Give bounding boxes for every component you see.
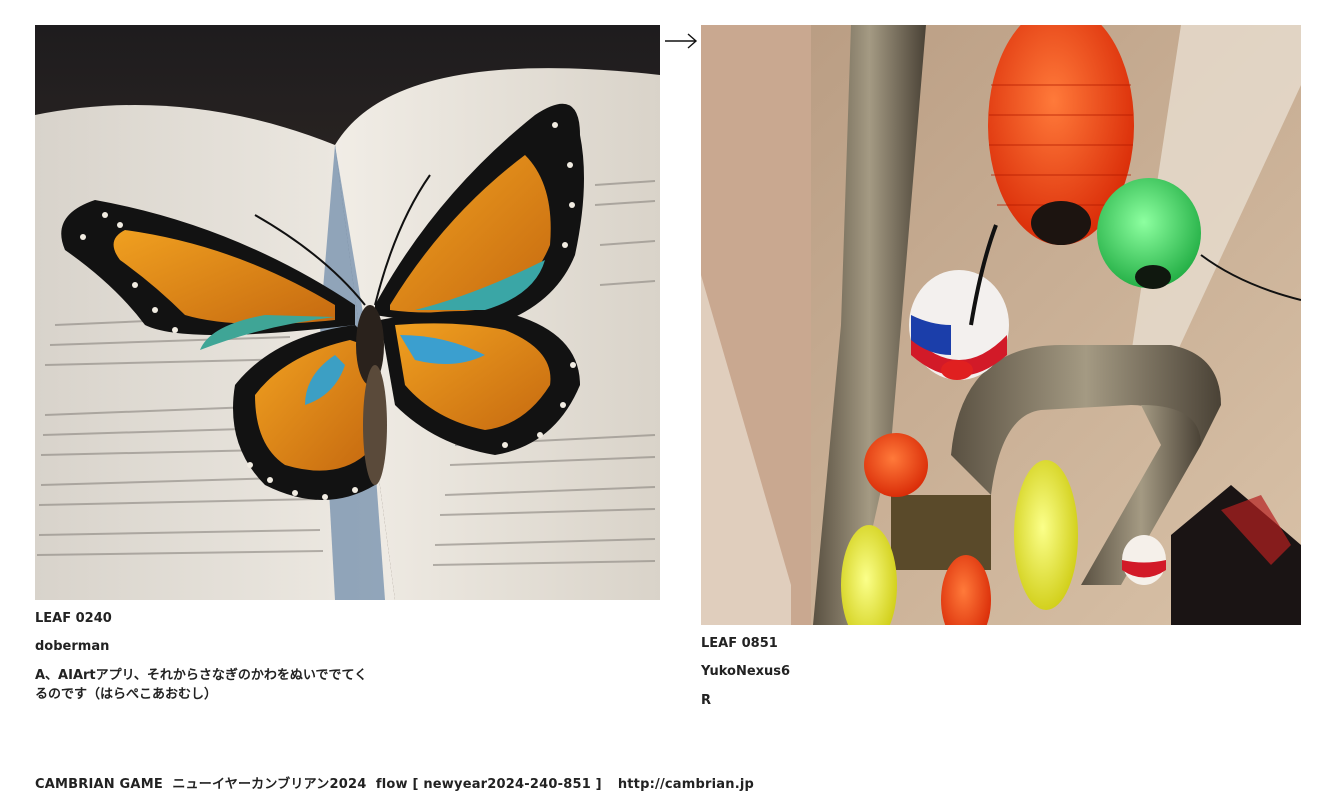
right-arrow-icon bbox=[665, 33, 698, 49]
footer: CAMBRIAN GAME ニューイヤーカンブリアン2024 flow [ ne… bbox=[35, 773, 754, 792]
leaf-id: LEAF 0240 bbox=[35, 611, 112, 626]
leaf-image-lanterns[interactable] bbox=[701, 25, 1301, 625]
leaf-comment: A、AIArtアプリ、それからさなぎのかわをぬいででてくるのです（はらぺこあおむ… bbox=[35, 668, 368, 702]
footer-title: CAMBRIAN GAME ニューイヤーカンブリアン2024 flow [ ne… bbox=[35, 777, 602, 792]
leaf-image-butterfly[interactable] bbox=[35, 25, 660, 600]
page: LEAF 0240 doberman A、AIArtアプリ、それからさなぎのかわ… bbox=[0, 0, 1336, 807]
leaf-id: LEAF 0851 bbox=[701, 636, 778, 651]
leaf-comment: R bbox=[701, 693, 712, 708]
leaf-card-0851: LEAF 0851 YukoNexus6 R bbox=[701, 25, 1301, 710]
lanterns-photo bbox=[701, 25, 1301, 625]
butterfly-photo bbox=[35, 25, 660, 600]
leaf-author[interactable]: doberman bbox=[35, 638, 660, 656]
leaf-author[interactable]: YukoNexus6 bbox=[701, 663, 1301, 681]
leaf-card-0240: LEAF 0240 doberman A、AIArtアプリ、それからさなぎのかわ… bbox=[35, 25, 660, 704]
footer-url-link[interactable]: http://cambrian.jp bbox=[618, 777, 754, 792]
